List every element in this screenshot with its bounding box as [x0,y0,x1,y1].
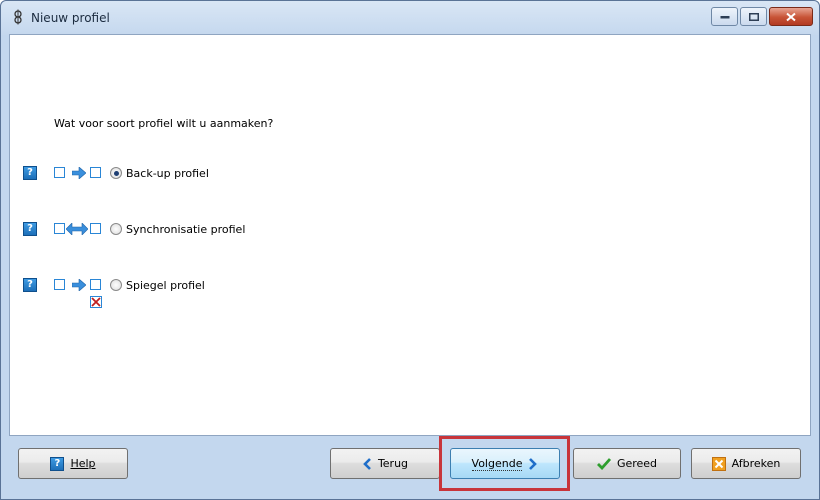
help-button[interactable]: ? Help [18,448,128,479]
window-controls [709,7,813,27]
mirror-label[interactable]: Spiegel profiel [126,279,205,292]
chevron-left-icon [363,457,371,470]
finish-button[interactable]: Gereed [573,448,681,479]
delete-x-icon [90,296,102,308]
help-icon[interactable]: ? [23,166,37,180]
source-box-icon [54,223,65,234]
maximize-icon [748,12,759,21]
window-title: Nieuw profiel [31,11,110,25]
cancel-button-label: Afbreken [731,457,781,470]
help-icon: ? [50,456,65,471]
checkmark-icon [596,457,611,470]
cancel-button[interactable]: Afbreken [691,448,801,479]
target-box-icon [90,167,101,178]
mirror-radio[interactable] [110,279,122,291]
finish-button-label: Gereed [616,457,658,470]
arrow-right-icon [72,279,86,291]
wizard-window: Nieuw profiel Wat voor soort profiel wil… [0,0,820,500]
source-box-icon [54,279,65,290]
back-button-label: Terug [377,457,409,470]
backup-label[interactable]: Back-up profiel [126,167,209,180]
maximize-button[interactable] [740,7,767,26]
help-button-label: Help [70,457,96,470]
minimize-button[interactable] [711,7,738,26]
target-box-icon [90,223,101,234]
target-box-icon [90,279,101,290]
help-icon[interactable]: ? [23,222,37,236]
option-mirror[interactable]: ? Spiegel profiel [10,277,410,311]
arrow-right-icon [72,167,86,179]
app-gear-icon [14,9,22,25]
next-button-highlight [439,436,570,491]
close-button[interactable] [769,7,813,26]
backup-radio[interactable] [110,167,122,179]
option-backup[interactable]: ? Back-up profiel [10,165,410,185]
cancel-x-icon [711,456,726,471]
close-icon [786,12,796,21]
back-button[interactable]: Terug [330,448,440,479]
arrow-both-icon [66,223,88,235]
wizard-content: Wat voor soort profiel wilt u aanmaken? … [9,34,811,436]
button-bar: ? Help Terug Volgende Gereed Afbreken [9,437,811,493]
title-bar[interactable]: Nieuw profiel [1,1,819,35]
sync-radio[interactable] [110,223,122,235]
minimize-icon [720,15,729,18]
sync-label[interactable]: Synchronisatie profiel [126,223,245,236]
question-text: Wat voor soort profiel wilt u aanmaken? [54,117,274,130]
help-icon[interactable]: ? [23,278,37,292]
source-box-icon [54,167,65,178]
option-sync[interactable]: ? Synchronisatie profiel [10,221,410,241]
